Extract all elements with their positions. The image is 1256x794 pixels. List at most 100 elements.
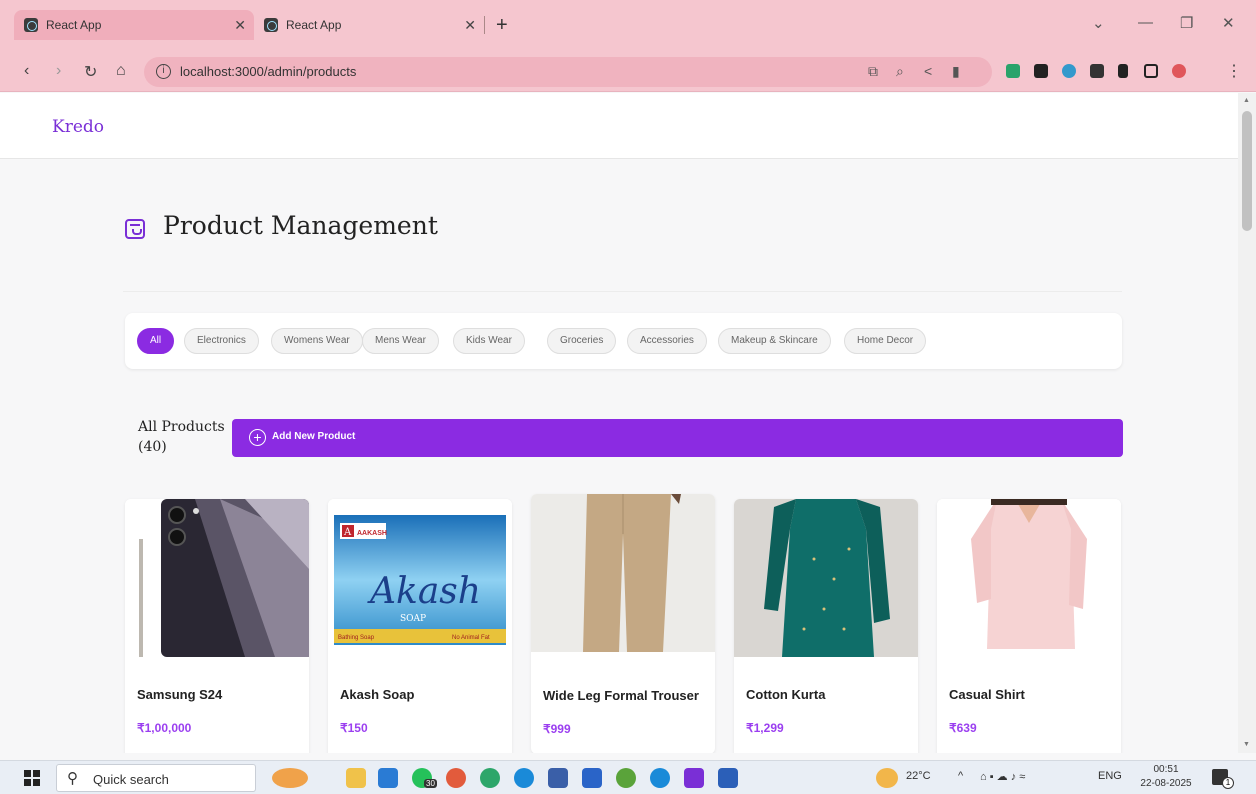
search-placeholder: Quick search: [93, 772, 169, 787]
site-info-icon[interactable]: i: [156, 64, 171, 79]
restore-button[interactable]: ❐: [1180, 14, 1193, 32]
soap-left-tag: Bathing Soap: [338, 635, 375, 641]
product-price: ₹999: [543, 722, 571, 736]
forward-icon[interactable]: ›: [56, 62, 61, 80]
product-card[interactable]: Casual Shirt ₹639: [937, 499, 1121, 753]
tab-separator: [484, 16, 485, 34]
chrome-profile-icon[interactable]: [480, 768, 500, 788]
word-icon[interactable]: [718, 768, 738, 788]
product-image-shirt: [937, 499, 1121, 657]
weather-temp[interactable]: 22°C: [906, 770, 931, 782]
product-count-label: All Products (40): [138, 419, 225, 455]
brand-logo[interactable]: Kredo: [52, 117, 104, 137]
browser-tab-bar: React App ✕ React App ✕ + ⌄ — ❐ ✕: [0, 0, 1256, 52]
product-price: ₹1,299: [746, 721, 784, 735]
category-chip-electronics[interactable]: Electronics: [184, 328, 259, 354]
category-chip-womens-wear[interactable]: Womens Wear: [271, 328, 363, 354]
category-chip-home-decor[interactable]: Home Decor: [844, 328, 927, 354]
add-button-label: Add New Product: [272, 431, 356, 442]
extension-shield-icon[interactable]: [1062, 64, 1076, 78]
soap-word: SOAP: [400, 614, 426, 624]
show-hidden-icons-icon[interactable]: ^: [958, 770, 963, 782]
reload-icon[interactable]: ↻: [84, 62, 97, 82]
product-image-phone: [125, 499, 309, 657]
product-image-soap: A AAKASH Akash SOAP Bathing Soap No Anim…: [328, 499, 512, 657]
bookmark-icon[interactable]: ▮: [952, 63, 960, 80]
extension-pin-icon[interactable]: [1034, 64, 1048, 78]
share-icon[interactable]: <: [924, 63, 932, 79]
category-chip-accessories[interactable]: Accessories: [627, 328, 707, 354]
reading-list-icon[interactable]: [1118, 64, 1128, 78]
whatsapp-badge: 30: [424, 779, 437, 788]
add-new-product-button[interactable]: + Add New Product: [232, 419, 1123, 457]
page-scrollbar[interactable]: ▲ ▼: [1238, 93, 1256, 753]
app-icon[interactable]: [548, 768, 568, 788]
product-name: Akash Soap: [340, 687, 415, 702]
product-name: Casual Shirt: [949, 687, 1025, 702]
clock[interactable]: 00:51 22-08-2025: [1134, 763, 1198, 791]
tab-search-icon[interactable]: ⌄: [1092, 14, 1105, 32]
side-panel-icon[interactable]: [1144, 64, 1158, 78]
profile-avatar[interactable]: [1172, 64, 1186, 78]
address-bar[interactable]: i localhost:3000/admin/products ⧉ ⌕ < ▮: [144, 57, 992, 87]
product-name: Cotton Kurta: [746, 687, 826, 702]
app-navbar: Kredo: [0, 93, 1238, 159]
category-chip-mens-wear[interactable]: Mens Wear: [362, 328, 439, 354]
product-card[interactable]: Cotton Kurta ₹1,299: [734, 499, 918, 753]
page-content: Kredo Product Management All Electronics…: [0, 93, 1238, 753]
product-card[interactable]: Wide Leg Formal Trouser ₹999: [531, 494, 715, 753]
file-explorer-icon[interactable]: [346, 768, 366, 788]
react-favicon-icon: [24, 18, 38, 32]
product-card[interactable]: Samsung S24 ₹1,00,000: [125, 499, 309, 753]
date: 22-08-2025: [1140, 778, 1192, 789]
product-price: ₹639: [949, 721, 977, 735]
close-tab-icon[interactable]: ✕: [464, 17, 476, 34]
extension-icon[interactable]: [1006, 64, 1020, 78]
tray-icons[interactable]: ⌂ ▪ ☁ ♪ ≈: [980, 770, 1025, 783]
zoom-icon[interactable]: ⌕: [896, 63, 904, 80]
url-text[interactable]: localhost:3000/admin/products: [180, 64, 356, 79]
close-tab-icon[interactable]: ✕: [234, 17, 246, 34]
windows-taskbar: ⚲ Quick search 30 22°C ^ ⌂ ▪ ☁ ♪ ≈ ENG 0…: [0, 760, 1256, 794]
scroll-down-icon[interactable]: ▼: [1243, 741, 1250, 748]
home-icon[interactable]: ⌂: [116, 62, 126, 80]
edge-icon[interactable]: [514, 768, 534, 788]
browser-tab-2[interactable]: React App ✕: [254, 10, 484, 40]
page-title: Product Management: [163, 211, 438, 240]
widget-icon[interactable]: [272, 768, 308, 788]
menu-icon[interactable]: ⋮: [1226, 61, 1242, 81]
browser-toolbar: ‹ › ↻ ⌂ i localhost:3000/admin/products …: [0, 52, 1256, 92]
incognito-icon[interactable]: [1090, 64, 1104, 78]
category-chip-all[interactable]: All: [137, 328, 175, 354]
category-chip-makeup-skincare[interactable]: Makeup & Skincare: [718, 328, 831, 354]
app-icon[interactable]: [616, 768, 636, 788]
install-app-icon[interactable]: ⧉: [868, 63, 878, 80]
new-tab-button[interactable]: +: [496, 14, 508, 37]
scroll-thumb[interactable]: [1242, 111, 1252, 231]
minimize-button[interactable]: —: [1138, 14, 1153, 31]
tab-title: React App: [46, 18, 102, 32]
windows-start-icon[interactable]: [24, 770, 40, 786]
store-icon[interactable]: [582, 768, 602, 788]
product-name: Samsung S24: [137, 687, 223, 702]
weather-icon[interactable]: [876, 768, 898, 788]
scroll-up-icon[interactable]: ▲: [1243, 97, 1250, 104]
tab-title: React App: [286, 18, 342, 32]
product-card[interactable]: A AAKASH Akash SOAP Bathing Soap No Anim…: [328, 499, 512, 753]
react-favicon-icon: [264, 18, 278, 32]
edge-icon[interactable]: [650, 768, 670, 788]
app-icon[interactable]: [684, 768, 704, 788]
back-icon[interactable]: ‹: [24, 62, 29, 80]
language-indicator[interactable]: ENG: [1098, 770, 1122, 782]
taskbar-search[interactable]: ⚲ Quick search: [56, 764, 256, 792]
close-window-button[interactable]: ✕: [1222, 14, 1235, 32]
plus-circle-icon: +: [249, 429, 266, 446]
soap-brand-label: AAKASH: [357, 530, 387, 537]
divider: [123, 291, 1122, 292]
category-chip-kids-wear[interactable]: Kids Wear: [453, 328, 525, 354]
chrome-icon[interactable]: [446, 768, 466, 788]
browser-tab-1[interactable]: React App ✕: [14, 10, 254, 40]
vscode-icon[interactable]: [378, 768, 398, 788]
category-chip-groceries[interactable]: Groceries: [547, 328, 617, 354]
product-price: ₹150: [340, 721, 368, 735]
